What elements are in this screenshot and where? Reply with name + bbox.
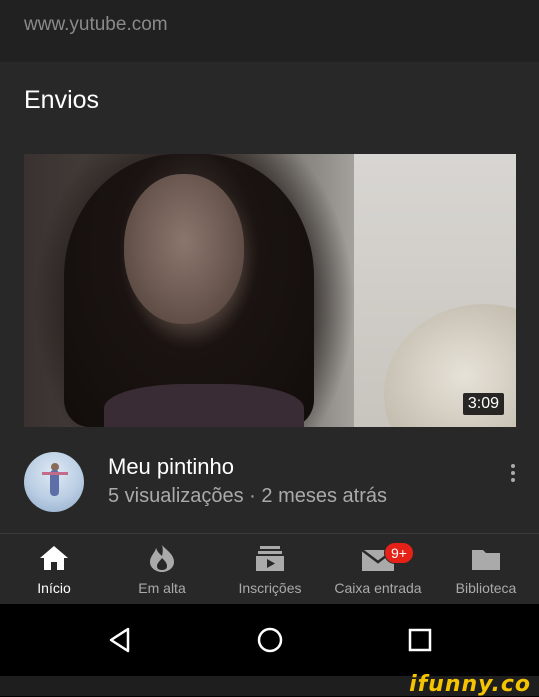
inbox-mail-icon [361,549,395,571]
tab-em-alta[interactable]: Em alta [108,534,216,605]
video-duration: 3:09 [462,393,504,415]
tab-label: Em alta [138,580,186,596]
recents-square-icon[interactable] [406,626,434,654]
bottom-navigation: Início Em alta Inscrições Caixa entrada … [0,533,539,605]
browser-url-bar[interactable]: www.yutube.com [0,0,539,62]
url-text[interactable]: www.yutube.com [24,14,168,36]
home-circle-icon[interactable] [256,626,284,654]
watermark-logo: ifunny.co [409,672,531,697]
avatar-figure-arms [42,472,68,475]
channel-avatar[interactable] [24,452,84,512]
home-icon [40,546,68,570]
video-thumbnail[interactable]: 3:09 [24,154,516,427]
back-icon[interactable] [106,626,134,654]
system-navigation-bar [0,604,539,676]
tab-label: Inscrições [238,580,302,596]
subscriptions-icon [256,546,284,571]
uploads-section: Envios 3:09 Meu pintinho 5 visualizações… [0,62,539,533]
tab-label: Caixa entrada [334,580,422,596]
thumbnail-face [124,174,244,324]
video-meta: 5 visualizações · 2 meses atrás [108,485,388,507]
tab-biblioteca[interactable]: Biblioteca [432,534,539,605]
tab-caixa-entrada[interactable]: Caixa entrada [324,534,432,605]
thumbnail-shirt [104,384,304,427]
tab-inicio[interactable]: Início [0,534,108,605]
library-folder-icon [472,550,500,570]
trending-flame-icon [150,545,174,572]
section-title: Envios [24,86,100,114]
notification-badge: 9+ [384,542,414,564]
tab-inscricoes[interactable]: Inscrições [216,534,324,605]
tab-label: Biblioteca [455,580,517,596]
video-title[interactable]: Meu pintinho [108,454,234,480]
tab-label: Início [37,580,71,596]
more-options-icon[interactable] [505,462,521,486]
